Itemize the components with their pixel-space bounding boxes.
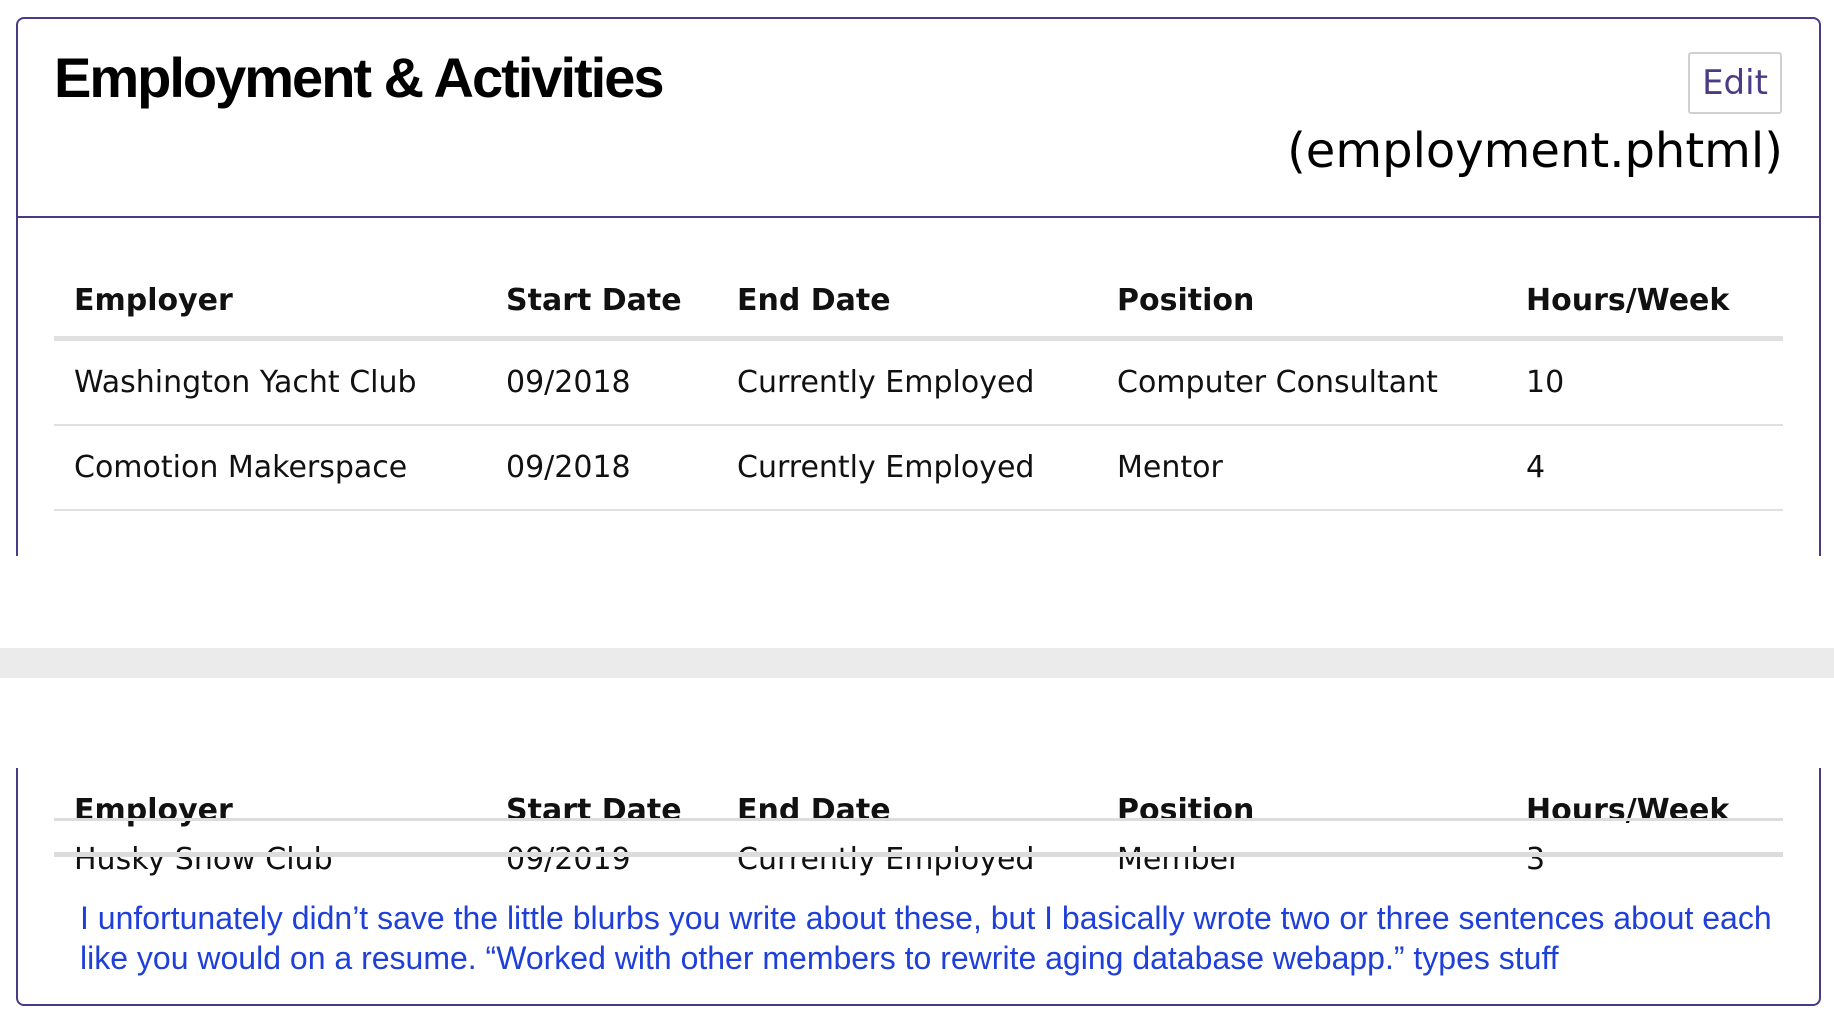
cell-end-date: Currently Employed (737, 841, 1035, 877)
file-annotation: (employment.phtml) (1287, 123, 1783, 179)
cell-employer: Husky Snow Club (74, 841, 333, 877)
cell-end-date: Currently Employed (717, 425, 1097, 511)
table-row: Washington Yacht Club 09/2018 Currently … (54, 338, 1783, 426)
cell-hours-week: 4 (1506, 425, 1783, 511)
table-header-row: Employer Start Date End Date Position Ho… (54, 786, 1783, 834)
cell-start-date: 09/2018 (486, 425, 717, 511)
cell-employer: Washington Yacht Club (54, 338, 486, 426)
header-overlap-line (54, 818, 1783, 821)
card-header: Employment & Activities Edit (employment… (18, 19, 1819, 218)
activities-table: Employer Start Date End Date Position Ho… (54, 786, 1783, 884)
cell-hours-week: 10 (1506, 338, 1783, 426)
column-header-start-date: Start Date (486, 265, 717, 341)
cell-end-date: Currently Employed (717, 338, 1097, 426)
cell-position: Member (1117, 841, 1241, 877)
table-header-row: Employer Start Date End Date Position Ho… (54, 265, 1783, 341)
column-header-employer: Employer (54, 265, 486, 341)
cell-hours-week: 3 (1526, 841, 1546, 877)
column-header-start-date: Start Date (506, 792, 682, 828)
header-divider-line (54, 852, 1783, 857)
edit-button[interactable]: Edit (1688, 52, 1782, 114)
column-header-position: Position (1097, 265, 1506, 341)
employment-table: Employer Start Date End Date Position Ho… (54, 265, 1783, 511)
column-header-position: Position (1117, 792, 1255, 828)
page-title: Employment & Activities (54, 46, 665, 109)
column-header-hours-week: Hours/Week (1526, 792, 1730, 828)
column-header-employer: Employer (74, 792, 233, 828)
cell-position: Computer Consultant (1097, 338, 1506, 426)
cell-start-date: 09/2018 (486, 338, 717, 426)
column-header-hours-week: Hours/Week (1506, 265, 1783, 341)
column-header-end-date: End Date (737, 792, 891, 828)
table-row: Comotion Makerspace 09/2018 Currently Em… (54, 425, 1783, 511)
cell-start-date: 09/2019 (506, 841, 631, 877)
cell-position: Mentor (1097, 425, 1506, 511)
table-row: Husky Snow Club 09/2019 Currently Employ… (54, 834, 1783, 884)
cell-employer: Comotion Makerspace (54, 425, 486, 511)
annotation-note: I unfortunately didn’t save the little b… (80, 900, 1772, 976)
column-header-end-date: End Date (717, 265, 1097, 341)
screenshot-separator (0, 648, 1834, 678)
